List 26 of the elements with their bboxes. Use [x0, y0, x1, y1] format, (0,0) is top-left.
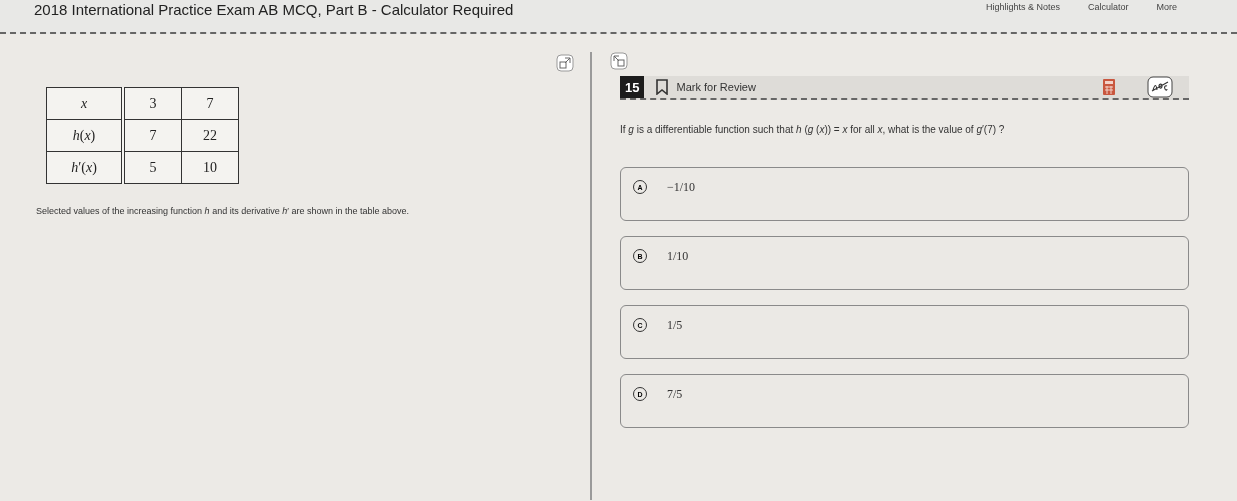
- exam-title: 2018 International Practice Exam AB MCQ, Part B - Calculator Required: [34, 1, 514, 18]
- question-number: 15: [620, 76, 645, 98]
- option-text: −1/10: [667, 179, 696, 195]
- bookmark-icon: [656, 79, 669, 95]
- option-text: 1/5: [667, 317, 683, 333]
- collapse-icon[interactable]: [610, 52, 628, 70]
- table-cell: h(x): [46, 119, 123, 152]
- toolbar-button[interactable]: Highlights & Notes: [985, 2, 1060, 12]
- toolbar-button[interactable]: Calculator: [1087, 2, 1129, 12]
- toolbar-button[interactable]: More: [1156, 2, 1177, 12]
- table-cell: x: [46, 87, 123, 120]
- expand-icon[interactable]: [556, 54, 574, 72]
- table-cell: 3: [123, 87, 182, 120]
- table-cell: 10: [181, 151, 239, 184]
- table-cell: 5: [123, 151, 182, 184]
- mark-for-review-button[interactable]: Mark for Review: [652, 79, 756, 95]
- question-text: If g is a differentiable function such that h (g (x)) = x for all x, what is the value of g′(7) ?: [620, 124, 1006, 135]
- table-cell: 22: [181, 119, 239, 152]
- strikethrough-icon[interactable]: [1147, 76, 1173, 98]
- calculator-icon[interactable]: [1103, 79, 1115, 95]
- table-caption: Selected values of the increasing function h and its derivative h′ are shown in the table above.: [36, 206, 410, 216]
- table-cell: h′(x): [46, 151, 123, 184]
- table-cell: 7: [123, 119, 182, 152]
- option-text: 7/5: [667, 386, 683, 402]
- option-text: 1/10: [667, 248, 689, 264]
- table-cell: 7: [181, 87, 239, 120]
